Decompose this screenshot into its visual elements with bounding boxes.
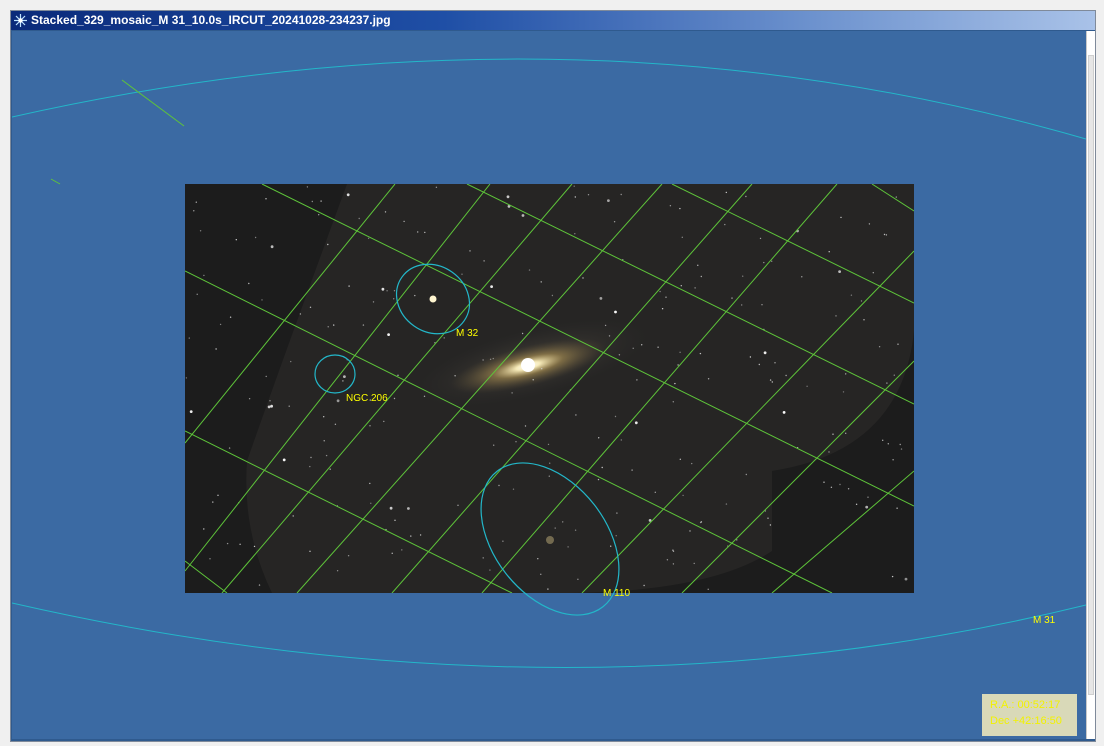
sky-map-canvas[interactable]: M 32 NGC 206 M 110 M 31: [12, 31, 1086, 739]
scrollbar-thumb[interactable]: [1088, 55, 1094, 695]
label-m110[interactable]: M 110: [603, 588, 630, 599]
sky-map-view[interactable]: M 32 NGC 206 M 110 M 31 R.A.: 00:52:17 D…: [12, 31, 1086, 739]
vertical-scrollbar[interactable]: [1086, 31, 1095, 739]
star-burst-icon: [14, 14, 27, 27]
m31-outline-lower: [12, 602, 1086, 668]
label-m32[interactable]: M 32: [456, 328, 479, 339]
coordinate-readout: R.A.: 00:52:17 Dec +42:16:50: [982, 694, 1077, 736]
image-viewer-window: Stacked_329_mosaic_M 31_10.0s_IRCUT_2024…: [10, 10, 1096, 742]
ra-readout: R.A.: 00:52:17: [990, 699, 1061, 711]
m31-outline: [12, 58, 1086, 140]
label-m31[interactable]: M 31: [1033, 615, 1056, 626]
title-bar[interactable]: Stacked_329_mosaic_M 31_10.0s_IRCUT_2024…: [11, 11, 1095, 30]
label-ngc206[interactable]: NGC 206: [346, 393, 388, 404]
dec-readout: Dec +42:16:50: [990, 715, 1062, 727]
window-title: Stacked_329_mosaic_M 31_10.0s_IRCUT_2024…: [31, 13, 391, 27]
